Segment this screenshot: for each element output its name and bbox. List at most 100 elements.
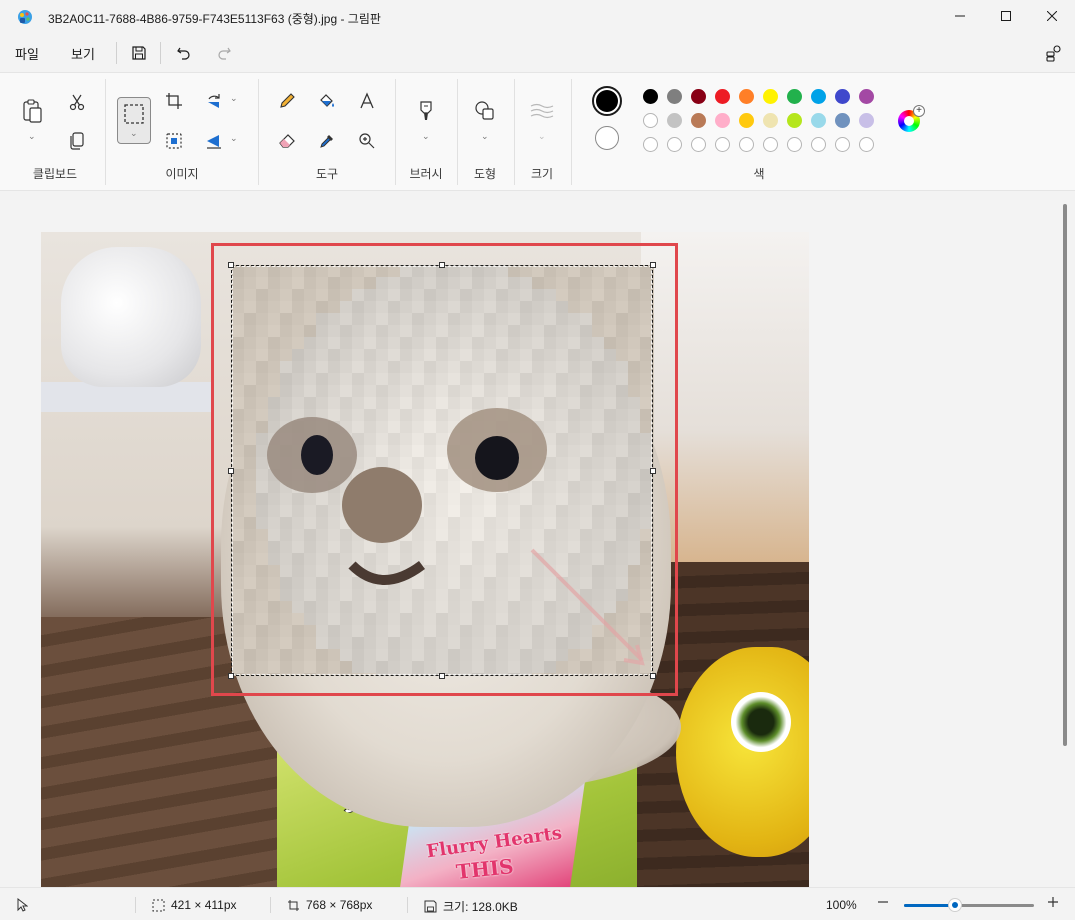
palette-swatch[interactable]: [811, 137, 826, 152]
secondary-color-button[interactable]: [595, 126, 619, 150]
flip-dropdown-chevron-icon[interactable]: ⌄: [230, 133, 238, 144]
status-divider: [270, 897, 271, 913]
palette-swatch[interactable]: [643, 89, 658, 104]
palette-swatch[interactable]: [787, 137, 802, 152]
palette-swatch[interactable]: [859, 137, 874, 152]
shapes-button[interactable]: [471, 97, 499, 125]
menu-view[interactable]: 보기: [71, 44, 95, 63]
select-dropdown-chevron-icon[interactable]: ⌄: [130, 128, 138, 139]
selection-handle[interactable]: [650, 468, 656, 474]
palette-swatch[interactable]: [691, 137, 706, 152]
pencil-icon: [280, 93, 295, 108]
size-button[interactable]: [528, 97, 556, 125]
brush-button[interactable]: [412, 97, 440, 125]
palette-swatch[interactable]: [835, 89, 850, 104]
vertical-scrollbar[interactable]: [1063, 204, 1067, 746]
fill-button[interactable]: [313, 87, 341, 115]
selection-handle[interactable]: [650, 262, 656, 268]
palette-swatch[interactable]: [763, 89, 778, 104]
copy-button[interactable]: [63, 127, 91, 155]
selection-handle[interactable]: [439, 262, 445, 268]
palette-swatch[interactable]: [643, 113, 658, 128]
palette-swatch[interactable]: [715, 137, 730, 152]
photo-toy-eye: [731, 692, 791, 752]
palette-swatch[interactable]: [739, 89, 754, 104]
eraser-button[interactable]: [273, 127, 301, 155]
palette-swatch[interactable]: [787, 113, 802, 128]
selection-size: 421 × 411px: [152, 898, 237, 912]
selection-handle[interactable]: [228, 468, 234, 474]
rotate-button[interactable]: [200, 87, 228, 115]
palette-swatch[interactable]: [859, 89, 874, 104]
palette-swatch[interactable]: [691, 89, 706, 104]
maximize-button[interactable]: [983, 0, 1029, 32]
brush-dropdown-chevron-icon[interactable]: ⌄: [422, 131, 430, 142]
color-picker-button[interactable]: [313, 127, 341, 155]
layers-settings-icon: [1046, 45, 1061, 62]
select-button[interactable]: ⌄: [117, 97, 151, 144]
shapes-icon: [475, 101, 494, 120]
zoom-icon: [359, 133, 375, 149]
palette-swatch[interactable]: [739, 137, 754, 152]
settings-button[interactable]: [1043, 42, 1065, 64]
size-dropdown-chevron-icon[interactable]: ⌄: [538, 131, 546, 142]
save-icon: [132, 46, 146, 60]
palette-swatch[interactable]: [667, 137, 682, 152]
canvas-area[interactable]: SLOW Flurry Hearts THIS: [0, 192, 1075, 887]
resize-button[interactable]: [160, 127, 188, 155]
status-bar: 421 × 411px 768 × 768px 크기: 128.0KB 100%: [0, 887, 1075, 920]
minus-icon: [878, 901, 888, 903]
palette-swatch[interactable]: [787, 89, 802, 104]
rotate-dropdown-chevron-icon[interactable]: ⌄: [230, 93, 238, 104]
selection-handle[interactable]: [228, 673, 234, 679]
zoom-in-button[interactable]: [1047, 896, 1059, 908]
selection-handle[interactable]: [228, 262, 234, 268]
minimize-button[interactable]: [937, 0, 983, 32]
rectangle-select-icon: [124, 104, 144, 124]
status-divider: [135, 897, 136, 913]
crop-button[interactable]: [160, 87, 188, 115]
palette-swatch[interactable]: [763, 137, 778, 152]
ribbon-divider: [105, 79, 106, 185]
selection-handle[interactable]: [650, 673, 656, 679]
zoom-slider-thumb[interactable]: [948, 898, 962, 912]
palette-swatch[interactable]: [835, 137, 850, 152]
palette-swatch[interactable]: [715, 89, 730, 104]
cut-button[interactable]: [63, 88, 91, 116]
palette-swatch[interactable]: [691, 113, 706, 128]
primary-color-button[interactable]: [592, 86, 622, 116]
palette-swatch[interactable]: [763, 113, 778, 128]
close-icon: [1047, 11, 1057, 21]
paste-dropdown-chevron-icon[interactable]: ⌄: [28, 131, 36, 142]
palette-swatch[interactable]: [859, 113, 874, 128]
palette-swatch[interactable]: [739, 113, 754, 128]
palette-swatch[interactable]: [811, 89, 826, 104]
primary-color-swatch: [596, 90, 618, 112]
palette-swatch[interactable]: [667, 113, 682, 128]
stroke-size-icon: [530, 103, 554, 119]
palette-swatch[interactable]: [643, 137, 658, 152]
paste-button[interactable]: [18, 97, 46, 125]
palette-swatch[interactable]: [715, 113, 730, 128]
pencil-button[interactable]: [273, 87, 301, 115]
shapes-dropdown-chevron-icon[interactable]: ⌄: [481, 131, 489, 142]
photo-kettle: [61, 247, 201, 387]
palette-swatch[interactable]: [811, 113, 826, 128]
zoom-level[interactable]: 100%: [826, 898, 857, 912]
add-color-plus-icon[interactable]: +: [913, 105, 925, 117]
selection-size-icon: [152, 899, 165, 911]
redo-button[interactable]: [213, 42, 235, 64]
selection-marquee[interactable]: [231, 265, 653, 676]
flip-button[interactable]: [200, 127, 228, 155]
menu-file[interactable]: 파일: [15, 44, 39, 63]
group-label-image: 이미지: [165, 167, 199, 181]
selection-handle[interactable]: [439, 673, 445, 679]
undo-button[interactable]: [173, 42, 195, 64]
palette-swatch[interactable]: [667, 89, 682, 104]
save-button[interactable]: [128, 42, 150, 64]
text-button[interactable]: [353, 87, 381, 115]
close-button[interactable]: [1029, 0, 1075, 32]
palette-swatch[interactable]: [835, 113, 850, 128]
zoom-out-button[interactable]: [877, 896, 889, 908]
magnifier-button[interactable]: [353, 127, 381, 155]
